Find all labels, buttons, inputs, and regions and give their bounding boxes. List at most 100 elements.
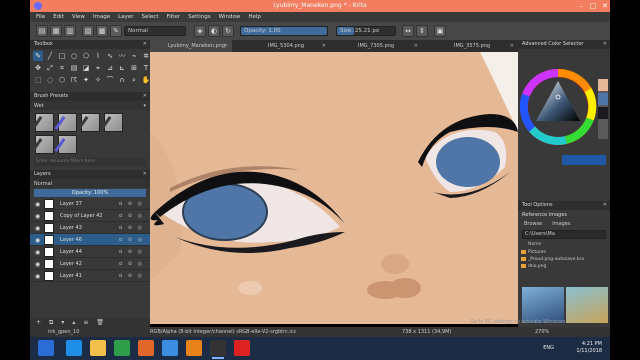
mirror-vertical-icon[interactable]: ⇕ [416,25,428,37]
tab-document[interactable]: IMG_7305.png ✕ [340,40,422,52]
layer-row[interactable]: ◉ Copy of Layer 42 α ⊘ ◎ [30,210,150,222]
brush-preset-item[interactable] [100,113,123,132]
layer-row[interactable]: ◉ Layer 43 α ⊘ ◎ [30,222,150,234]
layer-row[interactable]: ◉ Layer 42 α ⊘ ◎ [30,258,150,270]
vlc-icon[interactable] [186,340,202,356]
reference-path-input[interactable]: C:\Users\Ma [522,230,606,239]
reference-file-item[interactable]: _Proud.png-autosave.kra [518,256,610,263]
mirror-horizontal-icon[interactable]: ⇔ [402,25,414,37]
layer-row[interactable]: ◉ Layer 37 α ⊘ ◎ [30,198,150,210]
move-layer-down-icon[interactable]: ▾ [61,319,64,326]
firefox-icon[interactable] [138,340,154,356]
line-tool-icon[interactable]: ╱ [45,51,55,61]
assistant-tool-icon[interactable]: ⊿ [105,63,115,73]
close-tab-icon[interactable]: ✕ [414,40,418,52]
move-tool-icon[interactable]: ✥ [33,63,43,73]
opacity-slider[interactable]: Opacity: 1.00 [240,26,328,36]
reference-thumbnail[interactable] [522,287,564,323]
workspace-chooser-icon[interactable]: ▣ [434,25,446,37]
recorder-icon[interactable] [234,340,250,356]
ellipse-select-tool-icon[interactable]: ◌ [45,75,55,85]
eye-icon[interactable]: ◉ [35,213,40,220]
eye-icon[interactable]: ◉ [35,261,40,268]
canvas[interactable] [150,52,518,324]
close-icon[interactable]: ✕ [143,40,147,49]
gradient-tool-icon[interactable]: ▤ [69,63,79,73]
eye-icon[interactable]: ◉ [35,249,40,256]
layer-flags[interactable]: α ⊘ ◎ [119,201,144,207]
layer-flags[interactable]: α ⊘ ◎ [119,213,144,219]
color-picker-tool-icon[interactable]: ⌖ [93,63,103,73]
blend-mode-select[interactable]: Normal [124,26,186,36]
pattern-icon[interactable]: ▩ [96,25,108,37]
brush-preset-item[interactable] [31,135,54,154]
menu-settings[interactable]: Settings [188,14,211,20]
close-icon[interactable]: ✕ [603,201,607,210]
windows-start-icon[interactable] [38,340,54,356]
eye-icon[interactable]: ◉ [35,237,40,244]
tab-document[interactable]: IMG_3575.png ✕ [436,40,518,52]
menu-file[interactable]: File [36,14,45,20]
file-explorer-icon[interactable] [90,340,106,356]
layer-row[interactable]: ◉ Layer 46 α ⊘ ◎ [30,234,150,246]
menu-view[interactable]: View [72,14,85,20]
tab-document[interactable]: Lyubimy_Maneken.png ✕ [150,40,232,52]
menu-image[interactable]: Image [93,14,110,20]
brush-preset-icon[interactable]: ✎ [110,25,122,37]
layer-row[interactable]: ◉ Layer 41 α ⊘ ◎ [30,270,150,282]
layer-flags[interactable]: α ⊘ ◎ [119,261,144,267]
menu-edit[interactable]: Edit [53,14,64,20]
add-layer-icon[interactable]: + [36,319,41,326]
layer-flags[interactable]: α ⊘ ◎ [119,237,144,243]
eye-icon[interactable]: ◉ [35,225,40,232]
bezier-tool-icon[interactable]: ∿ [105,51,115,61]
brush-preset-item[interactable] [54,113,77,132]
open-document-icon[interactable]: ▦ [50,25,62,37]
polygon-tool-icon[interactable]: ⬠ [81,51,91,61]
move-layer-up-icon[interactable]: ▴ [72,319,75,326]
tab-document[interactable]: IMG_5304.png ✕ [250,40,330,52]
reload-preset-icon[interactable]: ↻ [222,25,234,37]
tab-images[interactable]: Images [552,221,570,227]
input-language-indicator[interactable]: ENG [543,345,554,351]
reference-tool-icon[interactable]: ⊞ [129,63,139,73]
rectangle-tool-icon[interactable]: □ [57,51,67,61]
layer-flags[interactable]: α ⊘ ◎ [119,273,144,279]
krita-taskbar-icon[interactable] [210,340,226,359]
menu-help[interactable]: Help [248,14,261,20]
layer-properties-icon[interactable]: ≡ [83,319,88,326]
duplicate-layer-icon[interactable]: ⧉ [49,319,53,327]
size-slider[interactable]: Size: 25.21 px [336,26,396,36]
freehand-select-tool-icon[interactable]: ☈ [69,75,79,85]
layer-flags[interactable]: α ⊘ ◎ [119,225,144,231]
chrome-icon[interactable] [162,340,178,356]
tab-browse[interactable]: Browse [524,221,542,227]
brush-search-input[interactable]: Enter resource filters here [34,158,146,166]
polyline-tool-icon[interactable]: ⌇ [93,51,103,61]
brush-filter-select[interactable]: Wet ▾ [30,101,150,110]
layer-row[interactable]: ◉ Layer 44 α ⊘ ◎ [30,246,150,258]
similar-select-tool-icon[interactable]: ✧ [93,75,103,85]
layer-flags[interactable]: α ⊘ ◎ [119,249,144,255]
menu-select[interactable]: Select [142,14,159,20]
eraser-mode-icon[interactable]: ◈ [194,25,206,37]
zoom-tool-icon[interactable]: ⌕ [129,75,139,85]
system-clock[interactable]: 4:21 PM 1/11/2018 [576,341,602,355]
maximize-button[interactable]: □ [588,1,598,11]
poly-select-tool-icon[interactable]: ⬡ [57,75,67,85]
layer-blend-mode-select[interactable]: Normal [30,179,150,188]
menu-layer[interactable]: Layer [118,14,133,20]
brush-preset-item[interactable] [31,113,54,132]
save-document-icon[interactable]: ▥ [64,25,76,37]
magnetic-select-tool-icon[interactable]: ∩ [117,75,127,85]
close-tab-icon[interactable]: ✕ [224,40,228,52]
close-tab-icon[interactable]: ✕ [322,40,326,52]
fill-tool-icon[interactable]: ◪ [81,63,91,73]
reference-file-item[interactable]: dno.png [518,263,610,270]
reference-file-item[interactable]: Pictures [518,249,610,256]
freehand-brush-tool-icon[interactable]: ✎ [33,51,43,61]
transform-tool-icon[interactable]: ⤢ [45,63,55,73]
brush-preset-item[interactable] [54,135,77,154]
layer-opacity-slider[interactable]: Opacity: 100% [34,189,146,197]
rect-select-tool-icon[interactable]: ⬚ [33,75,43,85]
